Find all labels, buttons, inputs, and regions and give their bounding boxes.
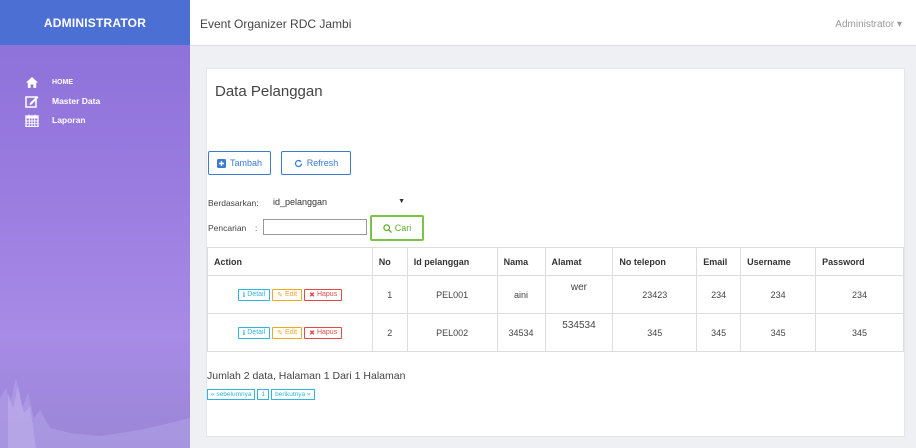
forest-background	[0, 378, 190, 448]
col-header-email: Email	[696, 247, 742, 276]
table-row: ℹ Detail ✎ Edit ✖ Hapus 2 PEL002 34534 5345…	[207, 313, 904, 352]
cell-nama: 34534	[496, 313, 546, 352]
cell-id: PEL002	[406, 313, 498, 352]
refresh-label: Refresh	[306, 158, 339, 168]
cari-button[interactable]: Cari	[370, 215, 424, 241]
refresh-icon	[294, 159, 302, 167]
prev-page-link[interactable]: « sebelumnya	[207, 389, 256, 400]
pencarian-label: Pencarian	[208, 223, 247, 233]
detail-label: Detail	[247, 291, 266, 298]
col-header-telepon: No telepon	[612, 247, 698, 276]
detail-button[interactable]: ℹ Detail	[237, 288, 271, 301]
col-header-action: Action	[207, 247, 373, 276]
cell-id: PEL001	[406, 275, 498, 314]
info-icon: ℹ	[242, 291, 246, 299]
top-navbar: Event Organizer RDC Jambi Administrator …	[190, 0, 916, 46]
edit-icon: ✎	[277, 291, 284, 299]
sidebar-nav: HOME Master Data Laporan	[0, 73, 190, 129]
hapus-label: Hapus	[316, 291, 338, 298]
app-title[interactable]: Event Organizer RDC Jambi	[200, 17, 351, 31]
cell-password: 234	[815, 275, 904, 314]
table-header-row: Action No Id pelanggan Nama Alamat No te…	[207, 247, 904, 276]
cell-alamat: 534534	[544, 313, 614, 352]
cell-no: 1	[371, 275, 408, 314]
calendar-icon	[24, 113, 40, 127]
edit-label: Edit	[285, 291, 298, 298]
table-row: ℹ Detail ✎ Edit ✖ Hapus 1 PEL001 aini wer 2…	[207, 275, 904, 314]
hapus-button[interactable]: ✖ Hapus	[304, 326, 343, 339]
next-page-link[interactable]: berikutnya »	[271, 389, 315, 400]
sidebar-brand[interactable]: ADMINISTRATOR	[0, 0, 190, 45]
hapus-label: Hapus	[316, 329, 338, 336]
data-table: Action No Id pelanggan Nama Alamat No te…	[207, 247, 904, 352]
close-icon: ✖	[309, 329, 315, 337]
col-header-no: No	[371, 247, 408, 276]
cell-alamat: wer	[544, 275, 614, 314]
hapus-button[interactable]: ✖ Hapus	[304, 288, 343, 301]
edit-icon: ✎	[277, 329, 284, 337]
sidebar: ADMINISTRATOR HOME Master Data Laporan	[0, 0, 190, 448]
col-header-id: Id pelanggan	[406, 247, 498, 276]
cell-no: 2	[371, 313, 408, 352]
sidebar-item-master-data[interactable]: Master Data	[0, 92, 190, 110]
search-icon	[383, 223, 392, 233]
sidebar-item-laporan[interactable]: Laporan	[0, 111, 190, 129]
content-panel: Data Pelanggan Tambah Refresh Berdasarka…	[206, 68, 905, 437]
sidebar-item-label: Master Data	[52, 96, 101, 106]
cari-label: Cari	[394, 223, 412, 233]
refresh-button[interactable]: Refresh	[281, 151, 351, 175]
edit-button[interactable]: ✎ Edit	[272, 326, 303, 339]
cell-username: 345	[740, 313, 817, 352]
detail-button[interactable]: ℹ Detail	[237, 326, 271, 339]
sidebar-item-home[interactable]: HOME	[0, 73, 190, 91]
page-title: Data Pelanggan	[215, 83, 323, 100]
col-header-username: Username	[740, 247, 817, 276]
home-icon	[24, 75, 40, 89]
col-header-alamat: Alamat	[544, 247, 614, 276]
tambah-button[interactable]: Tambah	[208, 151, 271, 175]
search-input[interactable]	[263, 219, 367, 235]
action-cell: ℹ Detail ✎ Edit ✖ Hapus	[207, 275, 373, 314]
col-header-nama: Nama	[496, 247, 546, 276]
user-menu-dropdown[interactable]: Administrator ▾	[835, 19, 902, 30]
caret-down-icon: ▼	[398, 198, 405, 205]
page-link-current[interactable]: 1	[257, 389, 270, 400]
cell-telepon: 23423	[612, 275, 698, 314]
sidebar-item-label: Laporan	[52, 115, 86, 125]
col-header-password: Password	[815, 247, 904, 276]
cell-telepon: 345	[612, 313, 698, 352]
tambah-label: Tambah	[229, 158, 263, 168]
cell-email: 345	[696, 313, 742, 352]
close-icon: ✖	[309, 291, 315, 299]
berdasarkan-value: id_pelanggan	[273, 197, 328, 207]
detail-label: Detail	[247, 329, 266, 336]
pencarian-separator: :	[255, 223, 258, 233]
berdasarkan-label: Berdasarkan:	[208, 198, 259, 208]
action-cell: ℹ Detail ✎ Edit ✖ Hapus	[207, 313, 373, 352]
pagination: « sebelumnya 1 berikutnya »	[207, 389, 315, 400]
sidebar-item-label: HOME	[52, 78, 73, 86]
plus-square-icon	[216, 158, 226, 168]
cell-nama: aini	[496, 275, 546, 314]
cell-email: 234	[696, 275, 742, 314]
edit-icon	[24, 94, 40, 108]
edit-label: Edit	[285, 329, 298, 336]
cell-username: 234	[740, 275, 817, 314]
berdasarkan-select[interactable]: id_pelanggan ▼	[265, 192, 409, 212]
cell-password: 345	[815, 313, 904, 352]
info-icon: ℹ	[242, 329, 246, 337]
pagination-summary: Jumlah 2 data, Halaman 1 Dari 1 Halaman	[207, 370, 406, 382]
edit-button[interactable]: ✎ Edit	[272, 288, 303, 301]
